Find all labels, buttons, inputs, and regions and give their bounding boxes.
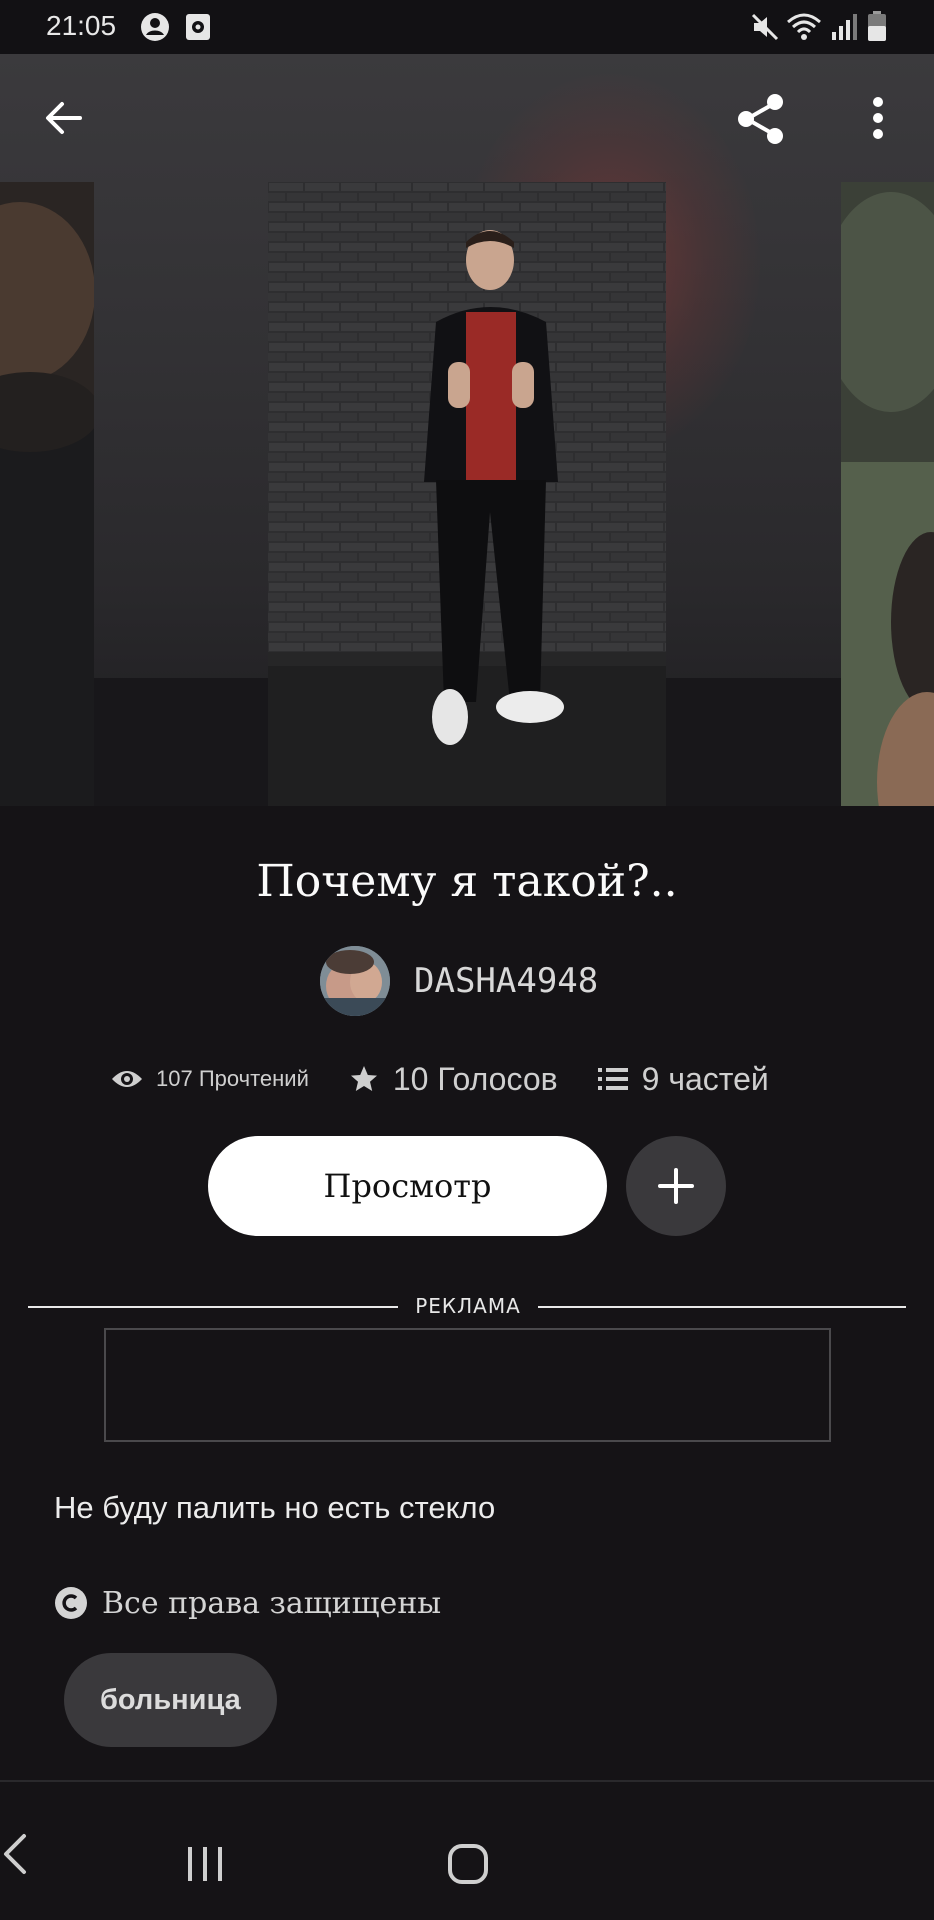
- copyright-icon: [55, 1587, 87, 1619]
- status-time: 21:05: [46, 10, 117, 41]
- story-cover: [268, 182, 666, 806]
- story-stats: 107 Прочтений 10 Голосов 9 частей: [110, 1054, 769, 1104]
- tag-chip[interactable]: больница: [64, 1653, 277, 1747]
- eye-icon: [112, 1071, 142, 1087]
- votes-count: 10 Голосов: [392, 1060, 558, 1097]
- signal-icon: [830, 12, 858, 46]
- story-description: Не буду палить но есть стекло: [54, 1490, 496, 1525]
- parts-count: 9 частей: [641, 1060, 769, 1097]
- read-button[interactable]: Просмотр: [208, 1136, 607, 1236]
- account-circle-icon: [140, 12, 170, 46]
- status-bar: 21:05: [0, 0, 934, 54]
- wifi-icon: [786, 12, 822, 46]
- recent-apps-button[interactable]: [180, 1832, 230, 1896]
- list-icon: [597, 1068, 628, 1090]
- ad-label: РЕКЛАМА: [415, 1294, 521, 1318]
- share-icon: [738, 94, 783, 144]
- star-icon: [350, 1066, 377, 1091]
- reads-count: 107 Прочтений: [156, 1066, 309, 1091]
- story-title: Почему я такой?..: [256, 856, 678, 907]
- plus-icon: [658, 1168, 694, 1204]
- screen-record-icon: [184, 12, 212, 46]
- back-icon: [4, 1834, 26, 1874]
- votes-stat: 10 Голосов: [349, 1061, 558, 1098]
- back-button[interactable]: [36, 90, 92, 146]
- add-to-library-button[interactable]: [626, 1136, 726, 1236]
- home-button[interactable]: [440, 1832, 496, 1896]
- ad-divider-right: [538, 1306, 906, 1308]
- copyright-text: Все права защищены: [102, 1585, 442, 1621]
- home-icon: [448, 1844, 488, 1884]
- author-link[interactable]: DASHA4948: [320, 946, 598, 1016]
- copyright-row: Все права защищены: [54, 1582, 441, 1624]
- cover-next[interactable]: [841, 182, 934, 806]
- system-back-button[interactable]: [0, 1832, 30, 1876]
- reads-stat: 107 Прочтений: [110, 1066, 309, 1092]
- battery-icon: [866, 10, 888, 46]
- author-name: DASHA4948: [414, 961, 599, 1001]
- more-vert-icon: [873, 97, 883, 139]
- share-button[interactable]: [728, 86, 794, 152]
- avatar: [320, 946, 390, 1016]
- ad-slot[interactable]: [104, 1328, 831, 1442]
- arrow-left-icon: [46, 102, 82, 134]
- ad-divider-left: [28, 1306, 398, 1308]
- cover-previous[interactable]: [0, 182, 94, 806]
- parts-stat[interactable]: 9 частей: [597, 1060, 769, 1098]
- mute-icon: [750, 12, 780, 46]
- recent-apps-icon: [188, 1847, 222, 1881]
- more-options-button[interactable]: [858, 88, 898, 148]
